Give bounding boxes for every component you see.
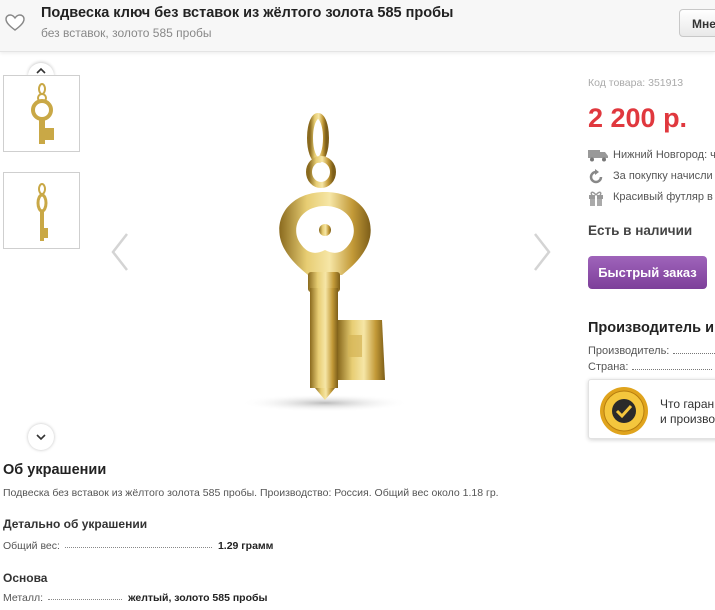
stock-status: Есть в наличии [588, 223, 693, 238]
guarantee-banner[interactable]: Что гаран и произво [588, 379, 715, 439]
key-pendant-thumbnail-icon [31, 83, 54, 144]
base-heading: Основа [3, 571, 48, 585]
manufacturer-label: Производитель: [588, 345, 670, 357]
product-main-image [240, 113, 410, 412]
country-label: Страна: [588, 361, 629, 373]
page-subtitle: без вставок, золото 585 пробы [41, 26, 212, 40]
manufacturer-heading: Производитель и [588, 320, 714, 336]
key-pendant-side-thumbnail-icon [36, 183, 48, 241]
page-title: Подвеска ключ без вставок из жёлтого зол… [41, 5, 454, 21]
thumbnail-1[interactable] [3, 75, 80, 152]
guarantee-text: Что гаран и произво [660, 397, 715, 427]
country-row: Страна: [588, 361, 715, 373]
product-sku: Код товара: 351913 [588, 77, 684, 89]
feature-gift-box-text: Красивый футляр в [613, 191, 713, 203]
feature-bonus: За покупку начисли [588, 169, 715, 185]
previous-image-arrow-icon[interactable] [110, 232, 130, 272]
gift-icon [589, 191, 603, 206]
header-action-button[interactable]: Мне [679, 9, 715, 37]
dotted-leader [64, 540, 212, 548]
thumbnail-2[interactable] [3, 172, 80, 249]
manufacturer-row: Производитель: [588, 345, 715, 357]
guarantee-text-line-1: Что гаран [660, 397, 715, 411]
spec-metal-value: желтый, золото 585 пробы [128, 592, 268, 604]
spec-metal-row: Металл: желтый, золото 585 пробы [3, 592, 267, 604]
spec-weight-value: 1.29 грамм [217, 540, 274, 552]
money-back-guarantee-seal-icon [600, 387, 648, 435]
about-text: Подвеска без вставок из жёлтого золота 5… [3, 487, 499, 499]
truck-icon [588, 150, 608, 162]
chevron-down-icon [36, 434, 46, 441]
heart-outline-icon[interactable] [5, 14, 25, 32]
refresh-icon [589, 169, 603, 184]
feature-bonus-text: За покупку начисли [613, 170, 713, 182]
quick-order-button[interactable]: Быстрый заказ [588, 256, 707, 289]
dotted-leader [48, 592, 123, 600]
feature-delivery: Нижний Новгород: ч [588, 148, 715, 164]
feature-delivery-text: Нижний Новгород: ч [613, 149, 715, 161]
guarantee-text-line-2: и произво [660, 412, 715, 426]
details-heading: Детально об украшении [3, 517, 148, 531]
about-heading: Об украшении [3, 462, 107, 478]
product-header: Подвеска ключ без вставок из жёлтого зол… [0, 0, 715, 52]
dotted-leader [673, 345, 715, 354]
thumbnails-scroll-down-button[interactable] [28, 424, 54, 450]
spec-weight-row: Общий вес: 1.29 грамм [3, 540, 273, 552]
product-price: 2 200 р. [588, 103, 688, 133]
spec-metal-label: Металл: [3, 592, 44, 604]
feature-gift-box: Красивый футляр в [588, 190, 715, 206]
dotted-leader [632, 361, 713, 370]
next-image-arrow-icon[interactable] [532, 232, 552, 272]
spec-weight-label: Общий вес: [3, 540, 60, 552]
